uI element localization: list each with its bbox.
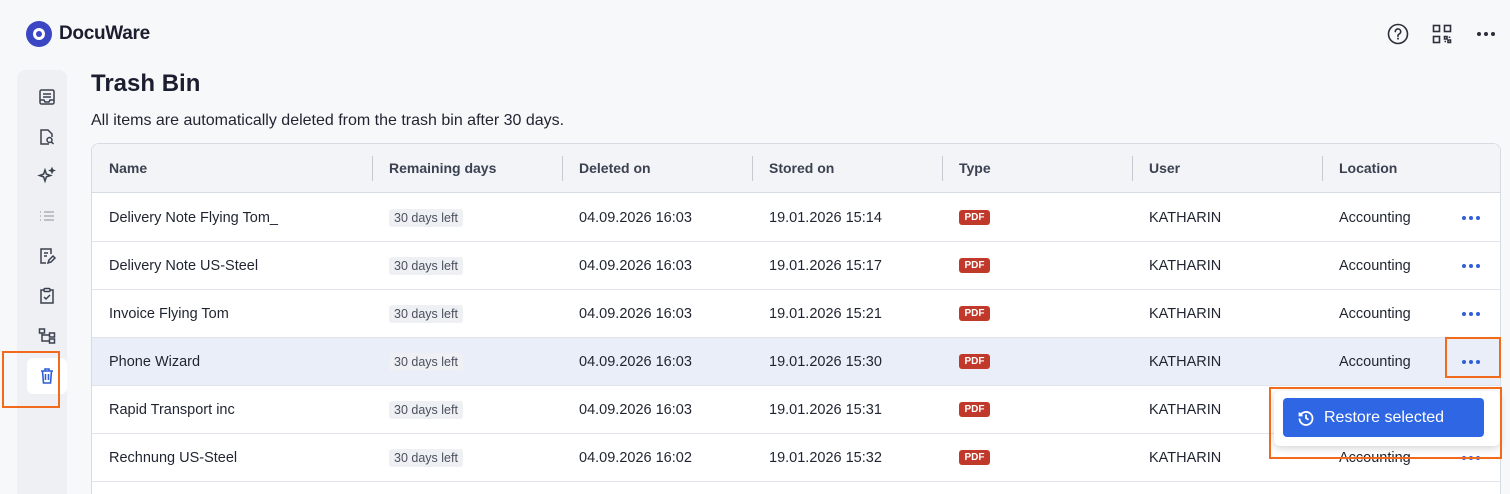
column-divider[interactable] — [942, 156, 943, 181]
cell-location: Accounting — [1339, 210, 1411, 226]
cell-stored-on: 19.01.2026 15:14 — [769, 210, 882, 226]
sidebar-item-tasks[interactable] — [27, 238, 67, 274]
column-header-user[interactable]: User — [1149, 144, 1180, 193]
cell-stored-on: 19.01.2026 15:21 — [769, 306, 882, 322]
column-divider[interactable] — [562, 156, 563, 181]
tray-icon — [39, 89, 55, 105]
highlight-more-button — [1445, 337, 1501, 378]
column-header-stored-on[interactable]: Stored on — [769, 144, 834, 193]
sidebar-item-list[interactable] — [27, 198, 67, 234]
row-more-icon[interactable] — [1454, 208, 1488, 228]
sidebar — [17, 70, 67, 494]
cell-name: Invoice Flying Tom — [109, 306, 229, 322]
brand-name: DocuWare — [59, 23, 150, 44]
table-row[interactable]: Invoice Flying Tom 30 days left 04.09.20… — [92, 290, 1500, 338]
workflow-icon — [38, 328, 56, 344]
cell-user: KATHARIN — [1149, 402, 1222, 418]
pdf-type-icon: PDF — [959, 306, 990, 321]
table-row-selected[interactable]: Phone Wizard 30 days left 04.09.2026 16:… — [92, 338, 1500, 386]
cell-user: KATHARIN — [1149, 450, 1222, 466]
sidebar-item-search[interactable] — [27, 119, 67, 155]
cell-name: Phone Wizard — [109, 354, 201, 370]
table-row[interactable]: Delivery Note Flying Tom_ 30 days left 0… — [92, 194, 1500, 242]
cell-deleted-on: 04.09.2026 16:03 — [579, 210, 692, 226]
column-header-type[interactable]: Type — [959, 144, 991, 193]
column-header-remaining-days[interactable]: Remaining days — [389, 144, 496, 193]
cell-name: Rechnung US-Steel — [109, 450, 238, 466]
highlight-trash-nav — [2, 351, 60, 408]
cell-name: Rapid Transport inc — [109, 402, 235, 418]
clipboard-check-icon — [40, 287, 54, 304]
pdf-type-icon: PDF — [959, 354, 990, 369]
remaining-days-badge: 30 days left — [389, 449, 463, 467]
row-more-icon[interactable] — [1454, 256, 1488, 276]
cell-deleted-on: 04.09.2026 16:03 — [579, 258, 692, 274]
sidebar-item-ai[interactable] — [27, 158, 67, 194]
cell-user: KATHARIN — [1149, 354, 1222, 370]
pdf-type-icon: PDF — [959, 450, 990, 465]
row-more-icon[interactable] — [1454, 304, 1488, 324]
column-divider[interactable] — [1132, 156, 1133, 181]
more-icon[interactable] — [1472, 20, 1500, 48]
pdf-type-icon: PDF — [959, 210, 990, 225]
docuware-logo-mark — [26, 21, 52, 47]
cell-user: KATHARIN — [1149, 306, 1222, 322]
cell-deleted-on: 04.09.2026 16:02 — [579, 450, 692, 466]
cell-user: KATHARIN — [1149, 258, 1222, 274]
cell-stored-on: 19.01.2026 15:31 — [769, 402, 882, 418]
cell-location: Accounting — [1339, 306, 1411, 322]
cell-name: Delivery Note US-Steel — [109, 258, 259, 274]
pdf-type-icon: PDF — [959, 258, 990, 273]
cell-deleted-on: 04.09.2026 16:03 — [579, 306, 692, 322]
column-divider[interactable] — [752, 156, 753, 181]
column-header-deleted-on[interactable]: Deleted on — [579, 144, 651, 193]
cell-deleted-on: 04.09.2026 16:03 — [579, 402, 692, 418]
cell-deleted-on: 04.09.2026 16:03 — [579, 354, 692, 370]
docuware-logo[interactable]: DocuWare — [26, 21, 150, 47]
cell-name: Delivery Note Flying Tom_ — [109, 210, 278, 226]
column-header-location[interactable]: Location — [1339, 144, 1397, 193]
cell-user: KATHARIN — [1149, 210, 1222, 226]
cell-stored-on: 19.01.2026 15:17 — [769, 258, 882, 274]
help-icon[interactable] — [1384, 20, 1412, 48]
column-divider[interactable] — [1322, 156, 1323, 181]
remaining-days-badge: 30 days left — [389, 257, 463, 275]
table-header: Name Remaining days Deleted on Stored on… — [92, 144, 1500, 193]
remaining-days-badge: 30 days left — [389, 305, 463, 323]
sidebar-item-workflow[interactable] — [27, 318, 67, 354]
app-header: DocuWare — [0, 0, 1510, 66]
remaining-days-badge: 30 days left — [389, 353, 463, 371]
remaining-days-badge: 30 days left — [389, 401, 463, 419]
table-row[interactable]: Delivery Note US-Steel 30 days left 04.0… — [92, 242, 1500, 290]
column-divider[interactable] — [372, 156, 373, 181]
sidebar-item-approvals[interactable] — [27, 278, 67, 314]
cell-location: Accounting — [1339, 258, 1411, 274]
document-search-icon — [40, 129, 55, 145]
cell-stored-on: 19.01.2026 15:30 — [769, 354, 882, 370]
cell-stored-on: 19.01.2026 15:32 — [769, 450, 882, 466]
cell-location: Accounting — [1339, 354, 1411, 370]
document-edit-icon — [40, 248, 57, 265]
sparkle-icon — [37, 166, 56, 184]
page-title: Trash Bin — [91, 70, 201, 97]
list-icon — [40, 211, 54, 221]
sidebar-item-inbox[interactable] — [27, 79, 67, 115]
page-subtitle: All items are automatically deleted from… — [91, 112, 565, 129]
remaining-days-badge: 30 days left — [389, 209, 463, 227]
qr-code-icon[interactable] — [1428, 20, 1456, 48]
column-header-name[interactable]: Name — [109, 144, 147, 193]
highlight-restore-menu — [1269, 387, 1502, 459]
pdf-type-icon: PDF — [959, 402, 990, 417]
